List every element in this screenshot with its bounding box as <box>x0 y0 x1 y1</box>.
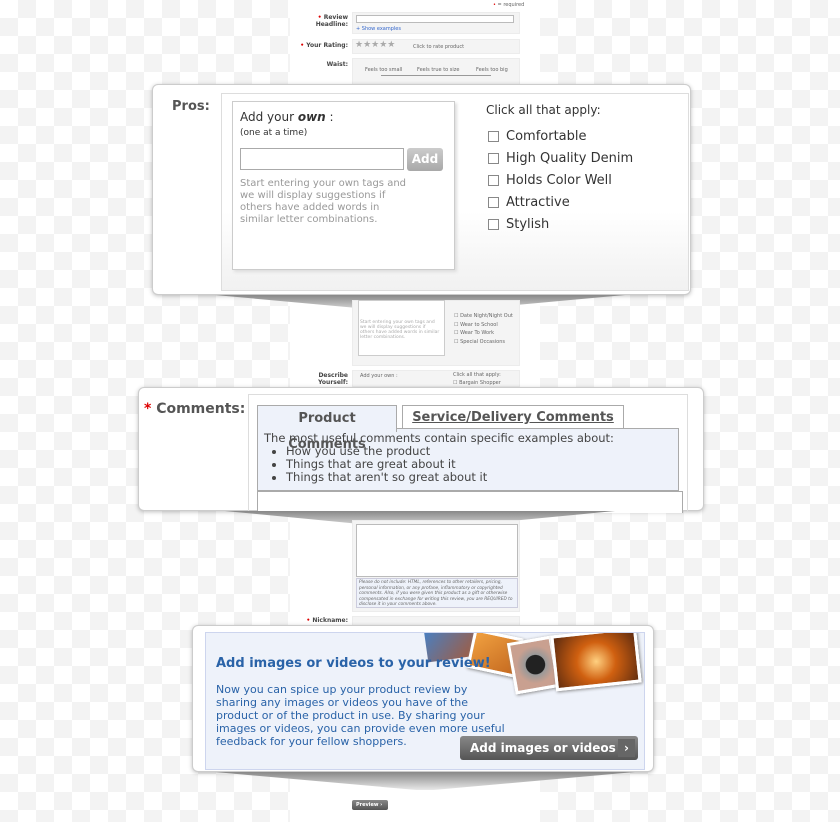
add-own-em: own <box>297 110 326 124</box>
waist-slider[interactable] <box>381 75 491 76</box>
small-tags: ☐ Date Night/Night Out ☐ Wear to School … <box>454 312 513 346</box>
pros-callout: Pros: Add your own : (one at a time) Add… <box>152 84 691 295</box>
comments-notice: Please do not include: HTML, references … <box>356 578 518 608</box>
media-panel: Add images or videos to your review! Now… <box>205 632 645 770</box>
small-tag[interactable]: ☐ Wear to School <box>454 321 513 330</box>
click-all-label: Click all that apply: <box>486 103 601 117</box>
option-holds-color-well[interactable]: Holds Color Well <box>488 169 633 191</box>
small-tag[interactable]: ☐ Special Occasions <box>454 338 513 347</box>
add-media-button[interactable]: Add images or videos › <box>460 736 638 760</box>
describe-first-option[interactable]: ☐ Bargain Shopper <box>453 380 501 386</box>
add-own-post: : <box>325 110 334 124</box>
rating-label-text: Your Rating: <box>306 42 348 49</box>
pros-options: Comfortable High Quality Denim Holds Col… <box>488 125 633 235</box>
option-comfortable[interactable]: Comfortable <box>488 125 633 147</box>
media-callout: Add images or videos to your review! Now… <box>192 625 654 772</box>
pros-label: Pros: <box>172 99 210 114</box>
option-high-quality-denim[interactable]: High Quality Denim <box>488 147 633 169</box>
required-text: = required <box>497 2 525 8</box>
add-media-label: Add images or videos <box>470 741 616 755</box>
option-label: Stylish <box>506 216 550 232</box>
checkbox[interactable] <box>488 218 499 230</box>
describe-click: Click all that apply: <box>453 372 501 378</box>
describe-add: Add your own : <box>360 373 398 379</box>
small-tag[interactable]: ☐ Date Night/Night Out <box>454 312 513 321</box>
preview-button[interactable]: Preview › <box>352 800 388 810</box>
small-tag-label: Wear to School <box>460 321 498 328</box>
media-title: Add images or videos to your review! <box>216 656 491 671</box>
rating-hint: Click to rate product <box>413 44 465 50</box>
nickname-label: • Nickname: <box>306 617 348 624</box>
option-label: High Quality Denim <box>506 150 634 166</box>
small-tag-label: Date Night/Night Out <box>460 313 513 319</box>
add-own-pre: Add your <box>240 110 298 124</box>
nickname-label-text: Nickname: <box>312 617 348 624</box>
waist-label: Waist: <box>326 61 348 68</box>
option-label: Attractive <box>506 194 570 210</box>
tip-item: Things that aren't so great about it <box>286 471 672 484</box>
checkbox[interactable] <box>488 152 499 164</box>
small-tag-label: Special Occasions <box>460 338 506 345</box>
add-own-title: Add your own : <box>240 110 334 124</box>
headline-input[interactable] <box>356 15 514 23</box>
small-textarea[interactable] <box>356 524 518 577</box>
small-tag[interactable]: ☐ Wear To Work <box>454 329 513 338</box>
add-own-sub: (one at a time) <box>240 128 308 138</box>
option-stylish[interactable]: Stylish <box>488 213 633 235</box>
comments-panel: Product Comments Service/Delivery Commen… <box>248 394 688 513</box>
star-rating[interactable]: ★★★★★ <box>355 40 395 50</box>
callout-pointer <box>215 772 635 790</box>
preview-label: Preview <box>356 802 379 808</box>
checkbox[interactable] <box>488 196 499 208</box>
checkbox[interactable] <box>488 174 499 186</box>
describe-label: Describe Yourself: <box>318 372 348 386</box>
option-label: Comfortable <box>506 128 587 144</box>
comments-textarea[interactable] <box>257 491 683 513</box>
pros-panel: Add your own : (one at a time) Add Start… <box>221 93 689 291</box>
comments-label: * Comments: <box>144 401 246 417</box>
photo-sailboat <box>550 633 642 692</box>
pros-tag-input[interactable] <box>240 148 404 170</box>
tab-service-delivery-comments[interactable]: Service/Delivery Comments <box>402 405 624 428</box>
chevron-right-icon: › <box>618 739 635 757</box>
small-tag-label: Wear To Work <box>460 330 495 336</box>
describe-first-label: Bargain Shopper <box>459 380 501 386</box>
small-hint: Start entering your own tags and we will… <box>360 320 440 340</box>
waist-option: Feels true to size <box>417 67 460 73</box>
add-tag-button[interactable]: Add <box>407 148 443 171</box>
comments-callout: * Comments: Product Comments Service/Del… <box>138 387 704 513</box>
required-note: • = required <box>493 2 525 8</box>
headline-label: • Review Headline: <box>315 14 348 28</box>
show-examples-link[interactable]: + Show examples <box>356 26 401 32</box>
tab-product-comments[interactable]: Product Comments <box>257 405 397 452</box>
comments-label-text: Comments: <box>156 401 246 417</box>
rating-label: • Your Rating: <box>300 42 348 49</box>
waist-option: Feels too big <box>476 67 508 73</box>
pros-hint: Start entering your own tags and we will… <box>240 178 407 225</box>
waist-option: Feels too small <box>365 67 403 73</box>
option-label: Holds Color Well <box>506 172 612 188</box>
add-own-card: Add your own : (one at a time) Add Start… <box>232 101 455 270</box>
option-attractive[interactable]: Attractive <box>488 191 633 213</box>
checkbox[interactable] <box>488 130 499 142</box>
